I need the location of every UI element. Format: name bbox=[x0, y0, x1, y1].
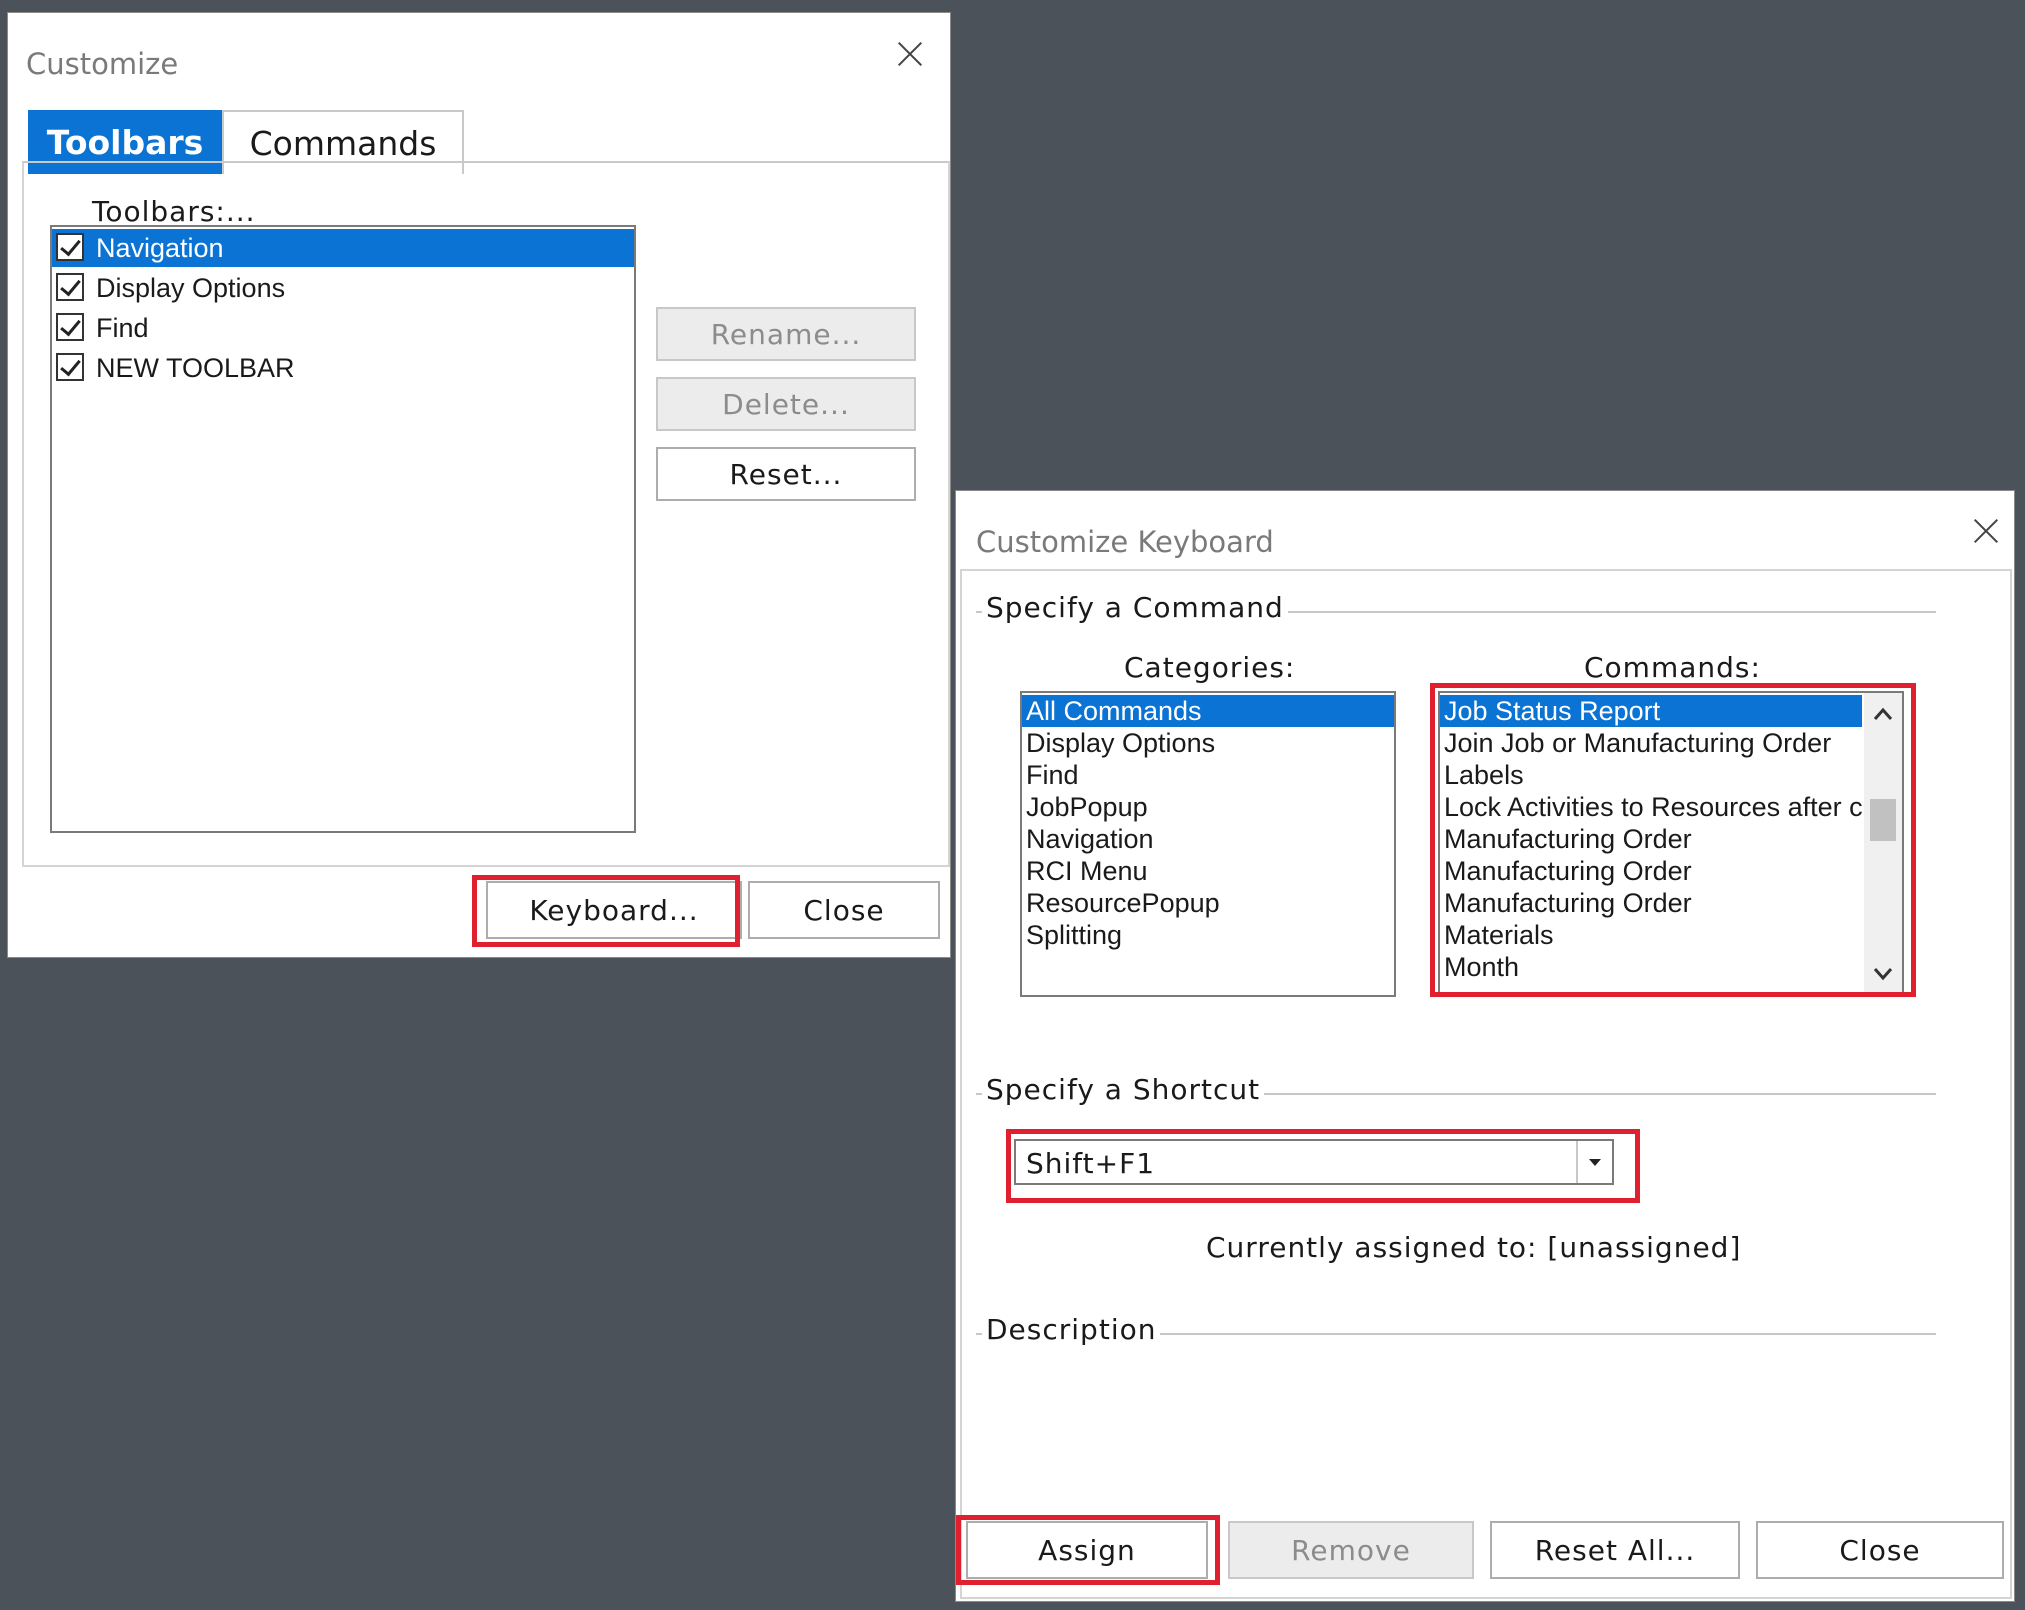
list-item[interactable]: Materials bbox=[1440, 919, 1862, 951]
list-item[interactable]: Display Options bbox=[52, 269, 634, 307]
categories-list[interactable]: All Commands Display Options Find JobPop… bbox=[1020, 691, 1396, 997]
remove-button[interactable]: Remove bbox=[1228, 1521, 1474, 1579]
list-item[interactable]: JobPopup bbox=[1022, 791, 1394, 823]
keyboard-button[interactable]: Keyboard... bbox=[486, 881, 742, 939]
assign-button[interactable]: Assign bbox=[966, 1521, 1208, 1579]
commands-label: Commands: bbox=[1584, 651, 1761, 684]
customize-keyboard-dialog: Customize Keyboard Specify a Command Cat… bbox=[955, 490, 2015, 1602]
keyboard-titlebar[interactable]: Customize Keyboard bbox=[956, 491, 2014, 569]
keyboard-title: Customize Keyboard bbox=[976, 525, 1274, 559]
toolbars-panel: Toolbars:... Navigation Display Options … bbox=[22, 161, 950, 867]
customize-dialog: Customize Toolbars Commands Toolbars:...… bbox=[7, 12, 951, 958]
list-item-label: Display Options bbox=[96, 273, 286, 303]
list-item[interactable]: Display Options bbox=[1022, 727, 1394, 759]
checkbox-checked-icon[interactable] bbox=[56, 313, 84, 341]
close-icon[interactable] bbox=[1972, 517, 2000, 545]
categories-label: Categories: bbox=[1124, 651, 1296, 684]
list-item[interactable]: Lock Activities to Resources after c bbox=[1440, 791, 1862, 823]
list-item-label: NEW TOOLBAR bbox=[96, 353, 295, 383]
reset-all-button[interactable]: Reset All... bbox=[1490, 1521, 1740, 1579]
commands-list[interactable]: Job Status Report Join Job or Manufactur… bbox=[1438, 691, 1904, 997]
chevron-down-icon[interactable] bbox=[1864, 957, 1902, 991]
checkbox-checked-icon[interactable] bbox=[56, 273, 84, 301]
toolbars-label: Toolbars:... bbox=[92, 195, 256, 228]
rename-button[interactable]: Rename... bbox=[656, 307, 916, 361]
checkbox-checked-icon[interactable] bbox=[56, 233, 84, 261]
dropdown-button[interactable] bbox=[1576, 1141, 1612, 1183]
close-button[interactable]: Close bbox=[748, 881, 940, 939]
specify-shortcut-label: Specify a Shortcut bbox=[982, 1073, 1265, 1106]
list-item[interactable]: RCI Menu bbox=[1022, 855, 1394, 887]
list-item[interactable]: NEW TOOLBAR bbox=[52, 349, 634, 387]
list-item[interactable]: All Commands bbox=[1022, 695, 1394, 727]
list-item-label: Navigation bbox=[96, 233, 224, 263]
list-item[interactable]: Manufacturing Order bbox=[1440, 887, 1862, 919]
checkbox-checked-icon[interactable] bbox=[56, 353, 84, 381]
list-item[interactable]: Join Job or Manufacturing Order bbox=[1440, 727, 1862, 759]
list-item[interactable]: Job Status Report bbox=[1440, 695, 1862, 727]
shortcut-value: Shift+F1 bbox=[1026, 1147, 1156, 1180]
list-item[interactable]: ResourcePopup bbox=[1022, 887, 1394, 919]
list-item[interactable]: Splitting bbox=[1022, 919, 1394, 951]
list-item[interactable]: Manufacturing Order bbox=[1440, 823, 1862, 855]
keyboard-panel: Specify a Command Categories: Commands: … bbox=[960, 569, 2012, 1599]
chevron-up-icon[interactable] bbox=[1864, 697, 1902, 731]
customize-title: Customize bbox=[26, 47, 179, 81]
list-item[interactable]: Navigation bbox=[1022, 823, 1394, 855]
list-item[interactable]: Manufacturing Order bbox=[1440, 855, 1862, 887]
list-item[interactable]: Month bbox=[1440, 951, 1862, 983]
list-item-label: Find bbox=[96, 313, 149, 343]
list-item[interactable]: Find bbox=[52, 309, 634, 347]
description-label: Description bbox=[982, 1313, 1161, 1346]
close-icon[interactable] bbox=[896, 40, 924, 68]
commands-scrollbar[interactable] bbox=[1864, 693, 1902, 995]
customize-titlebar[interactable]: Customize bbox=[8, 13, 950, 91]
toolbars-list[interactable]: Navigation Display Options Find NEW TOOL… bbox=[50, 225, 636, 833]
caret-down-icon bbox=[1589, 1159, 1601, 1166]
currently-assigned-text: Currently assigned to: [unassigned] bbox=[1206, 1231, 1742, 1264]
reset-button[interactable]: Reset... bbox=[656, 447, 916, 501]
scrollbar-thumb[interactable] bbox=[1870, 799, 1896, 841]
shortcut-combo[interactable]: Shift+F1 bbox=[1014, 1139, 1614, 1185]
list-item[interactable]: Navigation bbox=[52, 229, 634, 267]
delete-button[interactable]: Delete... bbox=[656, 377, 916, 431]
specify-command-label: Specify a Command bbox=[982, 591, 1288, 624]
list-item[interactable]: Labels bbox=[1440, 759, 1862, 791]
list-item[interactable]: Find bbox=[1022, 759, 1394, 791]
close-button[interactable]: Close bbox=[1756, 1521, 2004, 1579]
